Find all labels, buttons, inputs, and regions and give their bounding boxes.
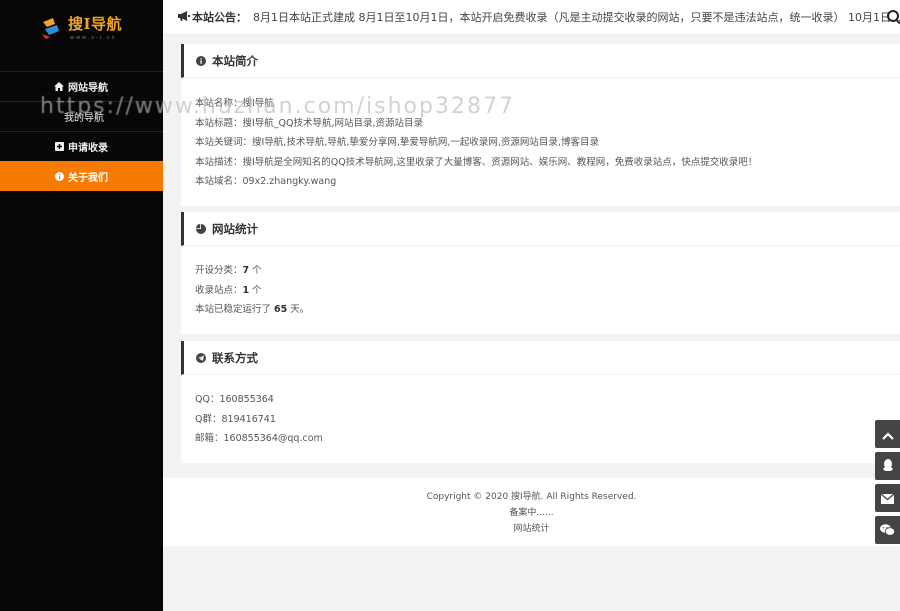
wechat-contact-button[interactable] [875, 516, 900, 544]
contact-card-header: 联系方式 [181, 341, 900, 375]
logo-text: 搜I导航 [68, 15, 123, 33]
home-icon [54, 82, 64, 91]
intro-card: 本站简介 本站名称：搜I导航 本站标题：搜I导航_QQ技术导航,网站目录,资源站… [181, 44, 900, 206]
pie-chart-icon [195, 223, 207, 235]
stat-label: 收录站点： [195, 284, 243, 296]
announcement-title: 本站公告： [192, 11, 247, 24]
intro-line: 本站域名：09x2.zhangky.wang [195, 176, 337, 187]
announcement-bar: 本站公告： 8月1日本站正式建成 8月1日至10月1日，本站开启免费收录（凡是主… [163, 0, 900, 35]
qq-contact-button[interactable] [875, 452, 900, 480]
wechat-icon [880, 521, 896, 540]
contact-card-body: QQ：160855364 Q群：819416741 邮箱：160855364@q… [181, 375, 900, 459]
telegram-icon [195, 352, 207, 364]
intro-card-title: 本站简介 [212, 53, 258, 68]
footer-beian: 备案中...... [509, 508, 554, 518]
sidebar-item-label: 网站导航 [68, 83, 108, 94]
sidebar-item-site-nav[interactable]: 网站导航 [0, 71, 163, 101]
site-logo[interactable]: 搜I导航 www.s-i.cn [40, 14, 130, 46]
footer: Copyright © 2020 搜I导航. All Rights Reserv… [163, 478, 900, 546]
contact-card-title: 联系方式 [212, 350, 258, 365]
qq-icon [882, 457, 894, 476]
footer-stats-link[interactable]: 网站统计 [163, 521, 900, 537]
stat-unit: 个 [249, 265, 262, 276]
intro-card-body: 本站名称：搜I导航 本站标题：搜I导航_QQ技术导航,网站目录,资源站目录 本站… [181, 78, 900, 202]
sidebar-item-label: 我的导航 [64, 113, 104, 124]
sidebar-item-label: 申请收录 [68, 143, 108, 154]
contact-email: 邮箱：160855364@qq.com [195, 433, 323, 444]
intro-line: 本站关键词：搜I导航,技术导航,导航,挚爱分享网,挚爱导航网,一起收录网,资源网… [195, 137, 599, 148]
info-circle-icon [195, 55, 207, 67]
stat-categories: 开设分类：7 个 [195, 261, 900, 281]
floating-toolbar [875, 420, 900, 548]
stats-card-body: 开设分类：7 个 收录站点：1 个 本站已稳定运行了 65 天。 [181, 246, 900, 330]
stats-card-title: 网站统计 [212, 221, 258, 236]
stat-unit: 天。 [287, 304, 310, 315]
contact-qq: QQ：160855364 [195, 394, 274, 405]
contact-qq-group: Q群：819416741 [195, 413, 276, 425]
stat-value: 65 [274, 304, 288, 315]
search-icon[interactable] [886, 10, 900, 25]
stat-label: 本站已稳定运行了 [195, 304, 275, 315]
stat-unit: 个 [249, 284, 262, 296]
envelope-icon [880, 489, 895, 508]
info-circle-icon [54, 171, 64, 181]
chevron-up-icon [881, 425, 894, 444]
logo-mark-icon [40, 16, 66, 40]
sidebar-item-my-nav[interactable]: 我的导航 [0, 101, 163, 131]
stats-card-header: 网站统计 [181, 212, 900, 246]
intro-line: 本站标题：搜I导航_QQ技术导航,网站目录,资源站目录 [195, 117, 424, 129]
announcement-text[interactable]: 8月1日本站正式建成 8月1日至10月1日，本站开启免费收录（凡是主动提交收录的… [253, 9, 900, 25]
intro-line: 本站名称：搜I导航 [195, 98, 274, 109]
stat-label: 开设分类： [195, 265, 243, 276]
bullhorn-icon [178, 10, 190, 24]
stats-card: 网站统计 开设分类：7 个 收录站点：1 个 本站已稳定运行了 65 天。 [181, 212, 900, 334]
back-to-top-button[interactable] [875, 420, 900, 448]
footer-copyright: Copyright © 2020 搜I导航. All Rights Reserv… [426, 492, 637, 502]
sidebar-item-label: 关于我们 [68, 172, 108, 184]
sidebar-item-submit[interactable]: 申请收录 [0, 131, 163, 161]
intro-line: 本站描述：搜I导航是全网知名的QQ技术导航网,这里收录了大量博客、资源网站、娱乐… [195, 156, 758, 168]
email-contact-button[interactable] [875, 484, 900, 512]
plus-square-icon [54, 142, 64, 151]
stat-sites: 收录站点：1 个 [195, 281, 900, 301]
contact-card: 联系方式 QQ：160855364 Q群：819416741 邮箱：160855… [181, 341, 900, 463]
stat-uptime: 本站已稳定运行了 65 天。 [195, 300, 900, 320]
sidebar-item-about[interactable]: 关于我们 [0, 161, 163, 191]
intro-card-header: 本站简介 [181, 44, 900, 78]
sidebar: 搜I导航 www.s-i.cn 网站导航 我的导航 申请收录 关于我们 [0, 0, 163, 611]
logo-subtext: www.s-i.cn [70, 35, 117, 41]
sidebar-nav: 网站导航 我的导航 申请收录 关于我们 [0, 71, 163, 191]
